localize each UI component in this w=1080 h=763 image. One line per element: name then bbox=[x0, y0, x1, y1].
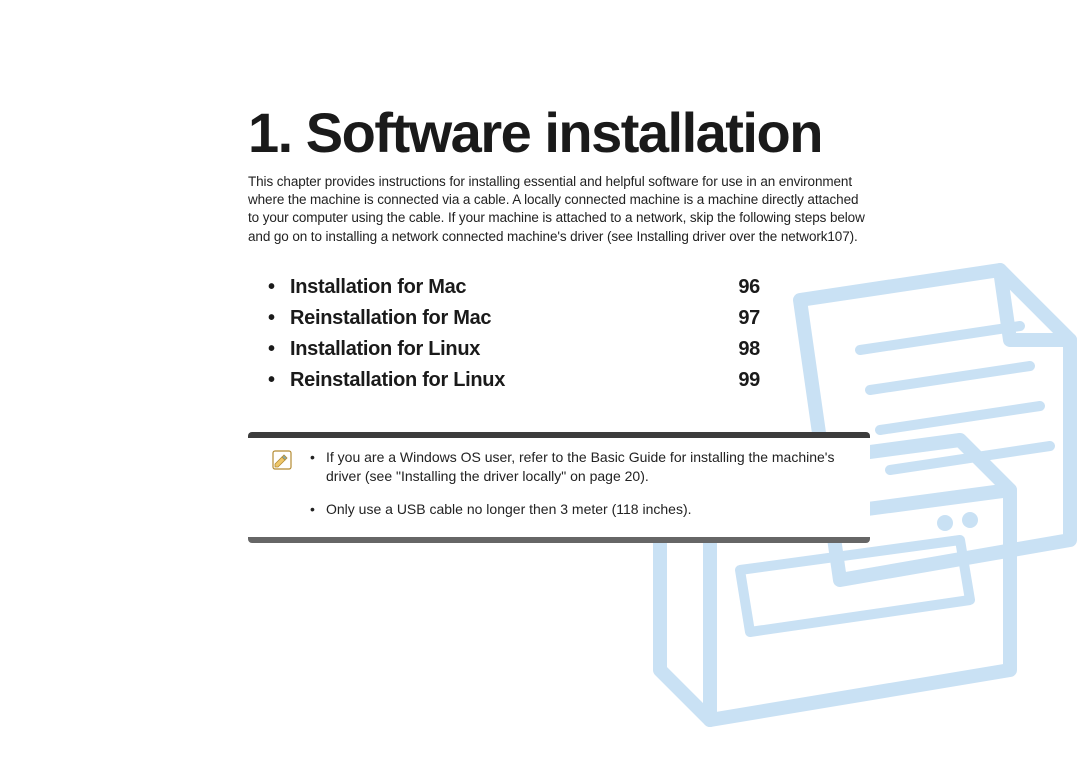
note-box: If you are a Windows OS user, refer to t… bbox=[248, 432, 870, 543]
bullet-icon: • bbox=[268, 369, 290, 392]
chapter-title: Software installation bbox=[306, 101, 822, 164]
note-icon bbox=[272, 450, 292, 470]
toc-label: Installation for Linux bbox=[290, 338, 480, 361]
toc-page: 96 bbox=[738, 276, 760, 299]
toc-item[interactable]: • Installation for Linux 98 bbox=[268, 338, 870, 361]
toc-label: Installation for Mac bbox=[290, 276, 466, 299]
toc-item[interactable]: • Reinstallation for Mac 97 bbox=[268, 307, 870, 330]
table-of-contents: • Installation for Mac 96 • Reinstallati… bbox=[268, 276, 870, 392]
toc-item[interactable]: • Installation for Mac 96 bbox=[268, 276, 870, 299]
toc-page: 97 bbox=[738, 307, 760, 330]
toc-item[interactable]: • Reinstallation for Linux 99 bbox=[268, 369, 870, 392]
bullet-icon: • bbox=[268, 338, 290, 361]
toc-page: 98 bbox=[738, 338, 760, 361]
note-list: If you are a Windows OS user, refer to t… bbox=[306, 448, 846, 519]
content-area: 1. Software installation This chapter pr… bbox=[248, 100, 870, 543]
chapter-number: 1. bbox=[248, 101, 292, 164]
bullet-icon: • bbox=[268, 276, 290, 299]
chapter-heading: 1. Software installation bbox=[248, 100, 870, 165]
note-item: If you are a Windows OS user, refer to t… bbox=[306, 448, 846, 486]
note-item: Only use a USB cable no longer then 3 me… bbox=[306, 500, 846, 519]
page-root: 1. Software installation This chapter pr… bbox=[0, 0, 1080, 763]
toc-label: Reinstallation for Mac bbox=[290, 307, 491, 330]
bullet-icon: • bbox=[268, 307, 290, 330]
toc-label: Reinstallation for Linux bbox=[290, 369, 505, 392]
toc-page: 99 bbox=[738, 369, 760, 392]
chapter-intro: This chapter provides instructions for i… bbox=[248, 173, 870, 246]
